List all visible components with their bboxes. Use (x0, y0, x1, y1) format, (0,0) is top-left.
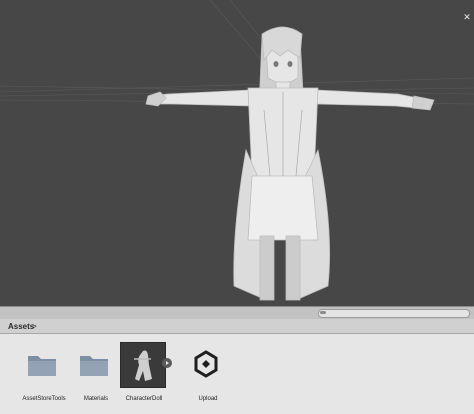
folder-icon (28, 356, 56, 376)
horizontal-scrollbar[interactable] (318, 309, 470, 318)
asset-label: Upload (198, 396, 218, 402)
unity-logo-icon (194, 350, 218, 378)
panel-header (0, 306, 474, 319)
asset-item-characterdoll[interactable]: CharacterDoll (110, 342, 170, 408)
character-model[interactable] (0, 0, 474, 306)
expand-arrow-icon[interactable] (162, 358, 172, 368)
close-icon[interactable]: ✕ (462, 12, 472, 22)
scene-grid (0, 0, 474, 105)
scene-view[interactable]: ✕ (0, 0, 474, 306)
asset-item-upload[interactable]: Upload (174, 342, 234, 408)
scrollbar-thumb[interactable] (320, 311, 326, 314)
asset-grid: AssetStoreTools Materials CharacterDoll … (0, 334, 474, 414)
breadcrumb-assets[interactable]: Assets (8, 322, 34, 331)
model-thumbnail-icon (120, 342, 166, 388)
breadcrumb: Assets > (0, 319, 474, 334)
breadcrumb-separator: > (32, 322, 37, 331)
